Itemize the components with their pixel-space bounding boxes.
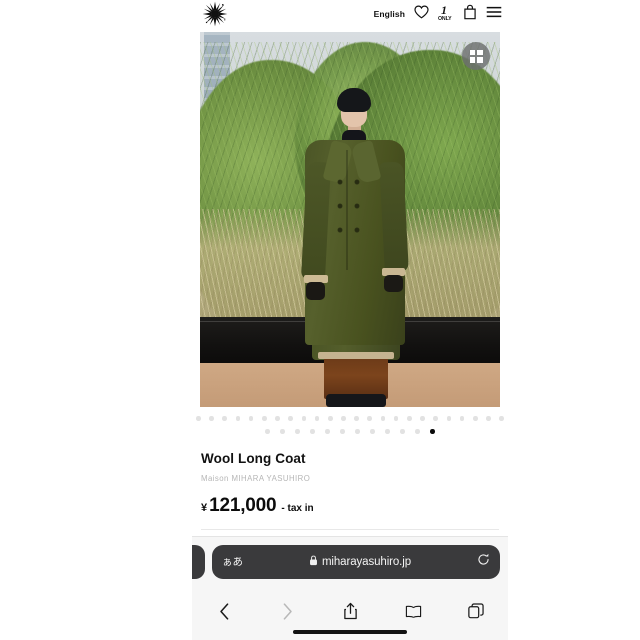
pagination-dot[interactable] (196, 416, 201, 421)
one-only-number: 1 (441, 3, 447, 17)
photo-model (200, 32, 500, 407)
url-text: miharayasuhiro.jp (321, 556, 412, 568)
pagination-dot[interactable] (288, 416, 293, 421)
text-size-button[interactable]: ぁあ (222, 557, 243, 568)
starburst-logo[interactable] (202, 1, 228, 27)
product-image-gallery[interactable] (200, 32, 500, 407)
pagination-dot[interactable] (327, 416, 333, 421)
heart-icon[interactable] (414, 5, 429, 24)
chevron-left-icon[interactable] (210, 597, 238, 625)
pagination-dot[interactable] (354, 416, 359, 421)
pagination-dot[interactable] (325, 429, 330, 434)
gallery-pagination[interactable] (196, 413, 504, 437)
product-title: Wool Long Coat (201, 451, 306, 466)
pagination-dot[interactable] (235, 416, 241, 421)
home-indicator (293, 630, 407, 634)
pagination-dot[interactable] (486, 416, 491, 421)
tabs-icon[interactable] (462, 597, 490, 625)
pagination-dot[interactable] (314, 416, 320, 421)
pagination-dot[interactable] (295, 429, 300, 434)
pagination-row-2[interactable] (200, 426, 500, 437)
pagination-dot[interactable] (499, 416, 504, 421)
pagination-dot[interactable] (400, 429, 405, 434)
pagination-dot[interactable] (407, 416, 412, 421)
browser-viewport: English 1 ONLY Wool Long Coat Maison MIH… (192, 0, 508, 640)
language-switcher[interactable]: English (374, 10, 405, 19)
address-bar-strip: ぁあ miharayasuhiro.jp (192, 537, 508, 591)
section-divider (201, 529, 499, 530)
pagination-dot[interactable] (472, 416, 478, 421)
pagination-dot[interactable] (222, 416, 228, 421)
shopping-bag-icon[interactable] (463, 4, 477, 25)
price-amount: 121,000 (209, 495, 277, 516)
pagination-dot[interactable] (446, 416, 452, 421)
pagination-dot[interactable] (261, 416, 267, 421)
book-icon[interactable] (399, 597, 427, 625)
pagination-dot[interactable] (393, 416, 399, 421)
address-bar-center[interactable]: miharayasuhiro.jp (243, 553, 477, 571)
pagination-dot[interactable] (430, 429, 435, 434)
one-only-badge[interactable]: 1 ONLY (438, 3, 454, 23)
chevron-right-icon (273, 597, 301, 625)
pagination-dot[interactable] (415, 429, 420, 434)
grid-glyph (469, 49, 483, 63)
pagination-dot[interactable] (275, 416, 280, 421)
adjacent-tab-peek[interactable] (192, 545, 205, 579)
address-bar[interactable]: ぁあ miharayasuhiro.jp (212, 545, 500, 579)
site-header: English 1 ONLY (192, 0, 508, 28)
safari-toolbar (192, 591, 508, 631)
pagination-row-1[interactable] (196, 413, 504, 424)
pagination-dot[interactable] (433, 416, 439, 421)
price-currency: ¥ (201, 502, 208, 514)
pagination-dot[interactable] (370, 429, 375, 434)
hamburger-menu-icon[interactable] (486, 5, 502, 23)
pagination-dot[interactable] (459, 416, 465, 421)
price-tax-note: - tax in (281, 503, 314, 514)
pagination-dot[interactable] (310, 429, 315, 434)
one-only-word: ONLY (438, 15, 452, 22)
pagination-dot[interactable] (280, 429, 285, 434)
pagination-dot[interactable] (355, 429, 360, 434)
reload-icon[interactable] (477, 553, 490, 571)
product-photo[interactable] (200, 32, 500, 407)
pagination-dot[interactable] (385, 429, 390, 434)
pagination-dot[interactable] (301, 416, 307, 421)
product-brand: Maison MIHARA YASUHIRO (201, 474, 311, 483)
pagination-dot[interactable] (380, 416, 386, 421)
lock-icon (309, 553, 318, 571)
pagination-dot[interactable] (248, 416, 254, 421)
pagination-dot[interactable] (367, 416, 373, 421)
grid-view-icon[interactable] (462, 42, 490, 70)
product-price: ¥ 121,000 - tax in (201, 495, 499, 517)
header-actions: English 1 ONLY (374, 4, 502, 25)
share-icon[interactable] (336, 597, 364, 625)
product-info: Wool Long Coat Maison MIHARA YASUHIRO ¥ … (192, 437, 508, 517)
safari-browser-chrome: ぁあ miharayasuhiro.jp (192, 536, 508, 640)
pagination-dot[interactable] (340, 429, 345, 434)
pagination-dot[interactable] (341, 416, 346, 421)
pagination-dot[interactable] (420, 416, 425, 421)
pagination-dot[interactable] (265, 429, 270, 434)
pagination-dot[interactable] (209, 416, 214, 421)
